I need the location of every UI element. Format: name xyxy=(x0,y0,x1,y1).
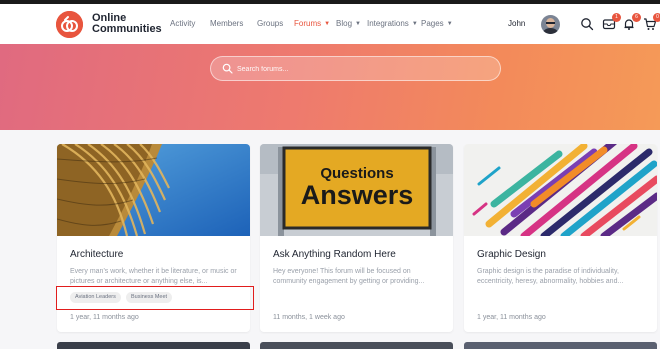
highlight-box xyxy=(56,286,254,310)
card-title[interactable]: Graphic Design xyxy=(477,249,546,260)
card-description: Hey everyone! This forum will be focused… xyxy=(273,268,425,285)
nav-members-label: Members xyxy=(210,19,244,28)
cart-icon[interactable]: 0 xyxy=(643,13,660,31)
forum-card-graphic-design[interactable]: Graphic Design Graphic design is the par… xyxy=(464,144,657,332)
nav-members[interactable]: Members xyxy=(210,19,243,28)
card-timestamp: 1 year, 11 months ago xyxy=(70,314,139,321)
messages-badge: 1 xyxy=(612,13,621,22)
graphic-design-image xyxy=(464,144,657,236)
site-header: Online Communities Activity Members Grou… xyxy=(0,4,660,44)
brand-name[interactable]: Online Communities xyxy=(92,13,162,35)
messages-icon[interactable]: 1 xyxy=(602,13,621,31)
avatar[interactable] xyxy=(541,15,560,34)
nav-activity[interactable]: Activity xyxy=(170,19,195,28)
hero-banner xyxy=(0,44,660,130)
search-icon[interactable] xyxy=(580,17,594,31)
card-timestamp: 11 months, 1 week ago xyxy=(273,314,345,321)
chevron-down-icon: ▼ xyxy=(324,21,331,27)
cart-badge: 0 xyxy=(653,13,660,22)
user-name[interactable]: John xyxy=(508,19,525,28)
nav-pages-label: Pages xyxy=(421,19,444,28)
nav-integrations[interactable]: Integrations ▼ xyxy=(367,19,418,28)
brand-line-2: Communities xyxy=(92,23,162,35)
next-card-preview xyxy=(464,342,657,349)
questions-answers-image: Questions Answers xyxy=(260,144,453,236)
next-card-preview xyxy=(260,342,453,349)
sign-answers-text: Answers xyxy=(301,180,414,210)
card-title[interactable]: Architecture xyxy=(70,249,123,260)
nav-blog-label: Blog xyxy=(336,19,353,28)
card-description: Graphic design is the paradise of indivi… xyxy=(477,268,624,285)
bell-icon[interactable]: 6 xyxy=(622,13,641,31)
architecture-image xyxy=(57,144,250,236)
card-description: Every man's work, whether it be literatu… xyxy=(70,268,237,285)
nav-forums[interactable]: Forums ▼ xyxy=(294,19,330,28)
search-icon xyxy=(222,63,233,74)
chevron-down-icon: ▼ xyxy=(411,21,418,27)
next-card-preview xyxy=(57,342,250,349)
site-logo[interactable] xyxy=(56,11,83,38)
logo-icon xyxy=(56,11,83,38)
chevron-down-icon: ▼ xyxy=(355,21,361,27)
nav-groups[interactable]: Groups xyxy=(257,19,283,28)
notifications-badge: 6 xyxy=(632,13,641,22)
chevron-down-icon: ▼ xyxy=(446,21,453,27)
forum-card-ask-anything[interactable]: Questions Answers Ask Anything Random He… xyxy=(260,144,453,332)
forum-search[interactable] xyxy=(210,56,501,81)
card-title[interactable]: Ask Anything Random Here xyxy=(273,249,396,260)
search-input[interactable] xyxy=(237,62,487,76)
nav-forums-label: Forums xyxy=(294,19,322,28)
card-timestamp: 1 year, 11 months ago xyxy=(477,314,546,321)
nav-integrations-label: Integrations xyxy=(367,19,409,28)
nav-blog[interactable]: Blog ▼ xyxy=(336,19,361,28)
nav-groups-label: Groups xyxy=(257,19,284,28)
nav-pages[interactable]: Pages ▼ xyxy=(421,19,453,28)
nav-activity-label: Activity xyxy=(170,19,196,28)
